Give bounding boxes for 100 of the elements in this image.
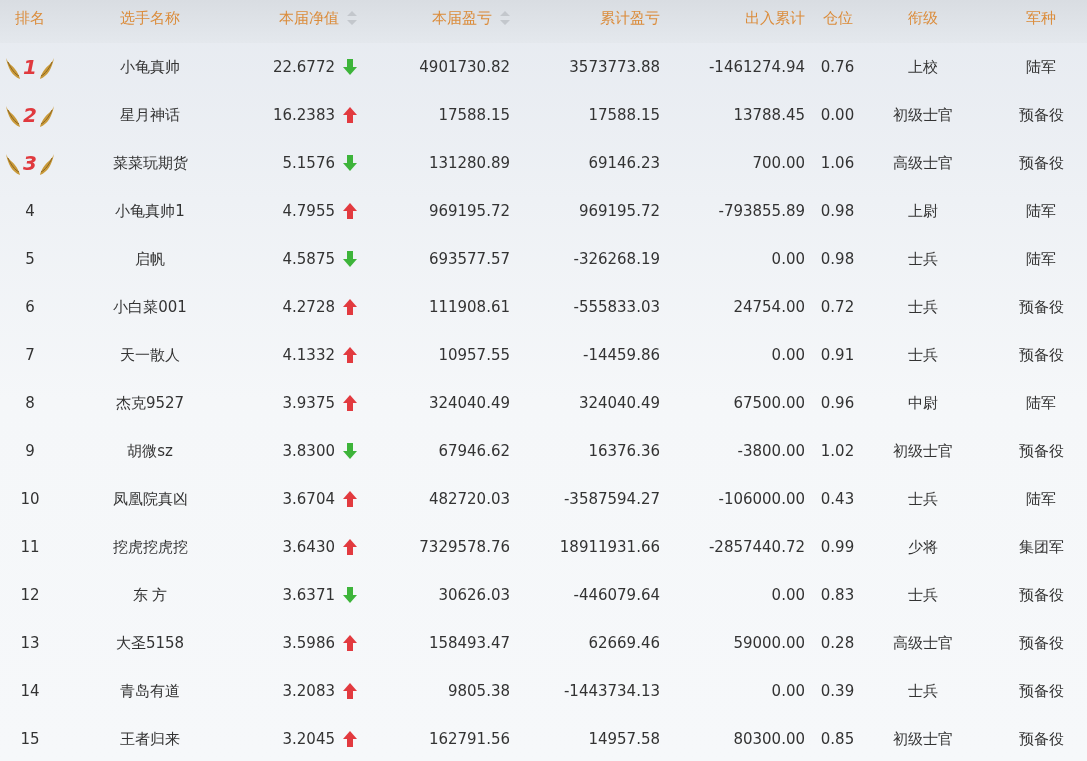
period-profit: 30626.03 — [438, 586, 510, 604]
player-name: 王者归来 — [120, 729, 180, 749]
rank-title: 高级士官 — [892, 633, 953, 653]
total-profit: 324040.49 — [578, 394, 660, 412]
army-branch: 陆军 — [1026, 393, 1056, 413]
position-ratio: 0.99 — [820, 538, 855, 556]
player-name: 菜菜玩期货 — [112, 153, 188, 173]
player-name: 挖虎挖虎挖 — [112, 537, 188, 557]
player-name: 东 方 — [132, 585, 168, 605]
column-header: 本届净值 — [279, 8, 339, 28]
total-profit: 969195.72 — [578, 202, 660, 220]
cash-flow: 0.00 — [771, 346, 805, 364]
rank-title: 士兵 — [907, 249, 938, 269]
net-value: 3.2045 — [282, 730, 335, 748]
cash-flow: 0.00 — [771, 586, 805, 604]
net-value: 3.8300 — [282, 442, 335, 460]
rank-number: 9 — [25, 442, 35, 460]
rank-title: 士兵 — [907, 489, 938, 509]
cash-flow: 0.00 — [771, 250, 805, 268]
period-profit: 131280.89 — [428, 154, 510, 172]
army-branch: 预备役 — [1018, 585, 1064, 605]
rank-title: 中尉 — [907, 393, 938, 413]
position-ratio: 1.06 — [820, 154, 855, 172]
army-branch: 陆军 — [1026, 489, 1056, 509]
rank-number: 13 — [20, 634, 40, 652]
player-name: 小龟真帅 — [120, 57, 180, 77]
net-value: 4.7955 — [282, 202, 335, 220]
rank-number: 10 — [20, 490, 40, 508]
period-profit: 162791.56 — [428, 730, 510, 748]
sort-icon[interactable] — [500, 11, 510, 25]
rank-title: 士兵 — [907, 681, 938, 701]
rank-title: 初级士官 — [892, 105, 953, 125]
period-profit: 7329578.76 — [419, 538, 510, 556]
rank-number: 5 — [25, 250, 35, 268]
cash-flow: 700.00 — [752, 154, 805, 172]
army-branch: 陆军 — [1026, 201, 1056, 221]
position-ratio: 0.98 — [820, 202, 855, 220]
total-profit: -326268.19 — [573, 250, 660, 268]
period-profit: 17588.15 — [438, 106, 510, 124]
column-header: 出入累计 — [745, 8, 805, 28]
total-profit: 16376.36 — [588, 442, 660, 460]
army-branch: 预备役 — [1018, 681, 1064, 701]
period-profit: 4901730.82 — [419, 58, 510, 76]
player-name: 大圣5158 — [115, 633, 185, 653]
net-value: 22.6772 — [272, 58, 335, 76]
rank-title: 上尉 — [907, 201, 938, 221]
total-profit: -3587594.27 — [563, 490, 660, 508]
net-value: 3.6704 — [282, 490, 335, 508]
cash-flow: 67500.00 — [733, 394, 805, 412]
player-name: 星月神话 — [120, 105, 180, 125]
period-profit: 67946.62 — [438, 442, 510, 460]
rank-number: 2 — [23, 103, 37, 127]
period-profit: 9805.38 — [447, 682, 510, 700]
net-value: 4.5875 — [282, 250, 335, 268]
position-ratio: 0.85 — [820, 730, 855, 748]
total-profit: 69146.23 — [588, 154, 660, 172]
position-ratio: 0.28 — [820, 634, 855, 652]
rank-number: 7 — [25, 346, 35, 364]
total-profit: 62669.46 — [588, 634, 660, 652]
total-profit: -1443734.13 — [563, 682, 660, 700]
period-profit: 10957.55 — [438, 346, 510, 364]
player-name: 青岛有道 — [120, 681, 180, 701]
army-branch: 预备役 — [1018, 633, 1064, 653]
position-ratio: 0.72 — [820, 298, 855, 316]
net-value: 3.6430 — [282, 538, 335, 556]
rank-number: 12 — [20, 586, 40, 604]
total-profit: -446079.64 — [573, 586, 660, 604]
position-ratio: 0.96 — [820, 394, 855, 412]
period-profit: 324040.49 — [428, 394, 510, 412]
rank-number: 3 — [23, 151, 37, 175]
column-header: 军种 — [1026, 8, 1056, 28]
total-profit: 17588.15 — [588, 106, 660, 124]
army-branch: 集团军 — [1018, 537, 1064, 557]
rank-title: 士兵 — [907, 585, 938, 605]
rank-title: 士兵 — [907, 345, 938, 365]
rank-title: 初级士官 — [892, 441, 953, 461]
army-branch: 预备役 — [1018, 153, 1064, 173]
cash-flow: 0.00 — [771, 682, 805, 700]
position-ratio: 0.91 — [820, 346, 855, 364]
army-branch: 预备役 — [1018, 297, 1064, 317]
rank-title: 上校 — [907, 57, 938, 77]
net-value: 4.2728 — [282, 298, 335, 316]
column-header: 衔级 — [907, 8, 938, 28]
army-branch: 预备役 — [1018, 729, 1064, 749]
rank-number: 14 — [20, 682, 40, 700]
total-profit: 14957.58 — [588, 730, 660, 748]
player-name: 天一散人 — [120, 345, 180, 365]
player-name: 凤凰院真凶 — [112, 489, 188, 509]
position-ratio: 1.02 — [820, 442, 855, 460]
player-name: 小白菜001 — [113, 297, 187, 317]
rank-number: 1 — [23, 55, 37, 79]
rank-number: 8 — [25, 394, 35, 412]
cash-flow: 59000.00 — [733, 634, 805, 652]
position-ratio: 0.98 — [820, 250, 855, 268]
net-value: 3.6371 — [282, 586, 335, 604]
position-ratio: 0.00 — [820, 106, 855, 124]
cash-flow: -106000.00 — [718, 490, 805, 508]
sort-icon[interactable] — [347, 11, 357, 25]
rank-number: 11 — [20, 538, 40, 556]
period-profit: 693577.57 — [428, 250, 510, 268]
